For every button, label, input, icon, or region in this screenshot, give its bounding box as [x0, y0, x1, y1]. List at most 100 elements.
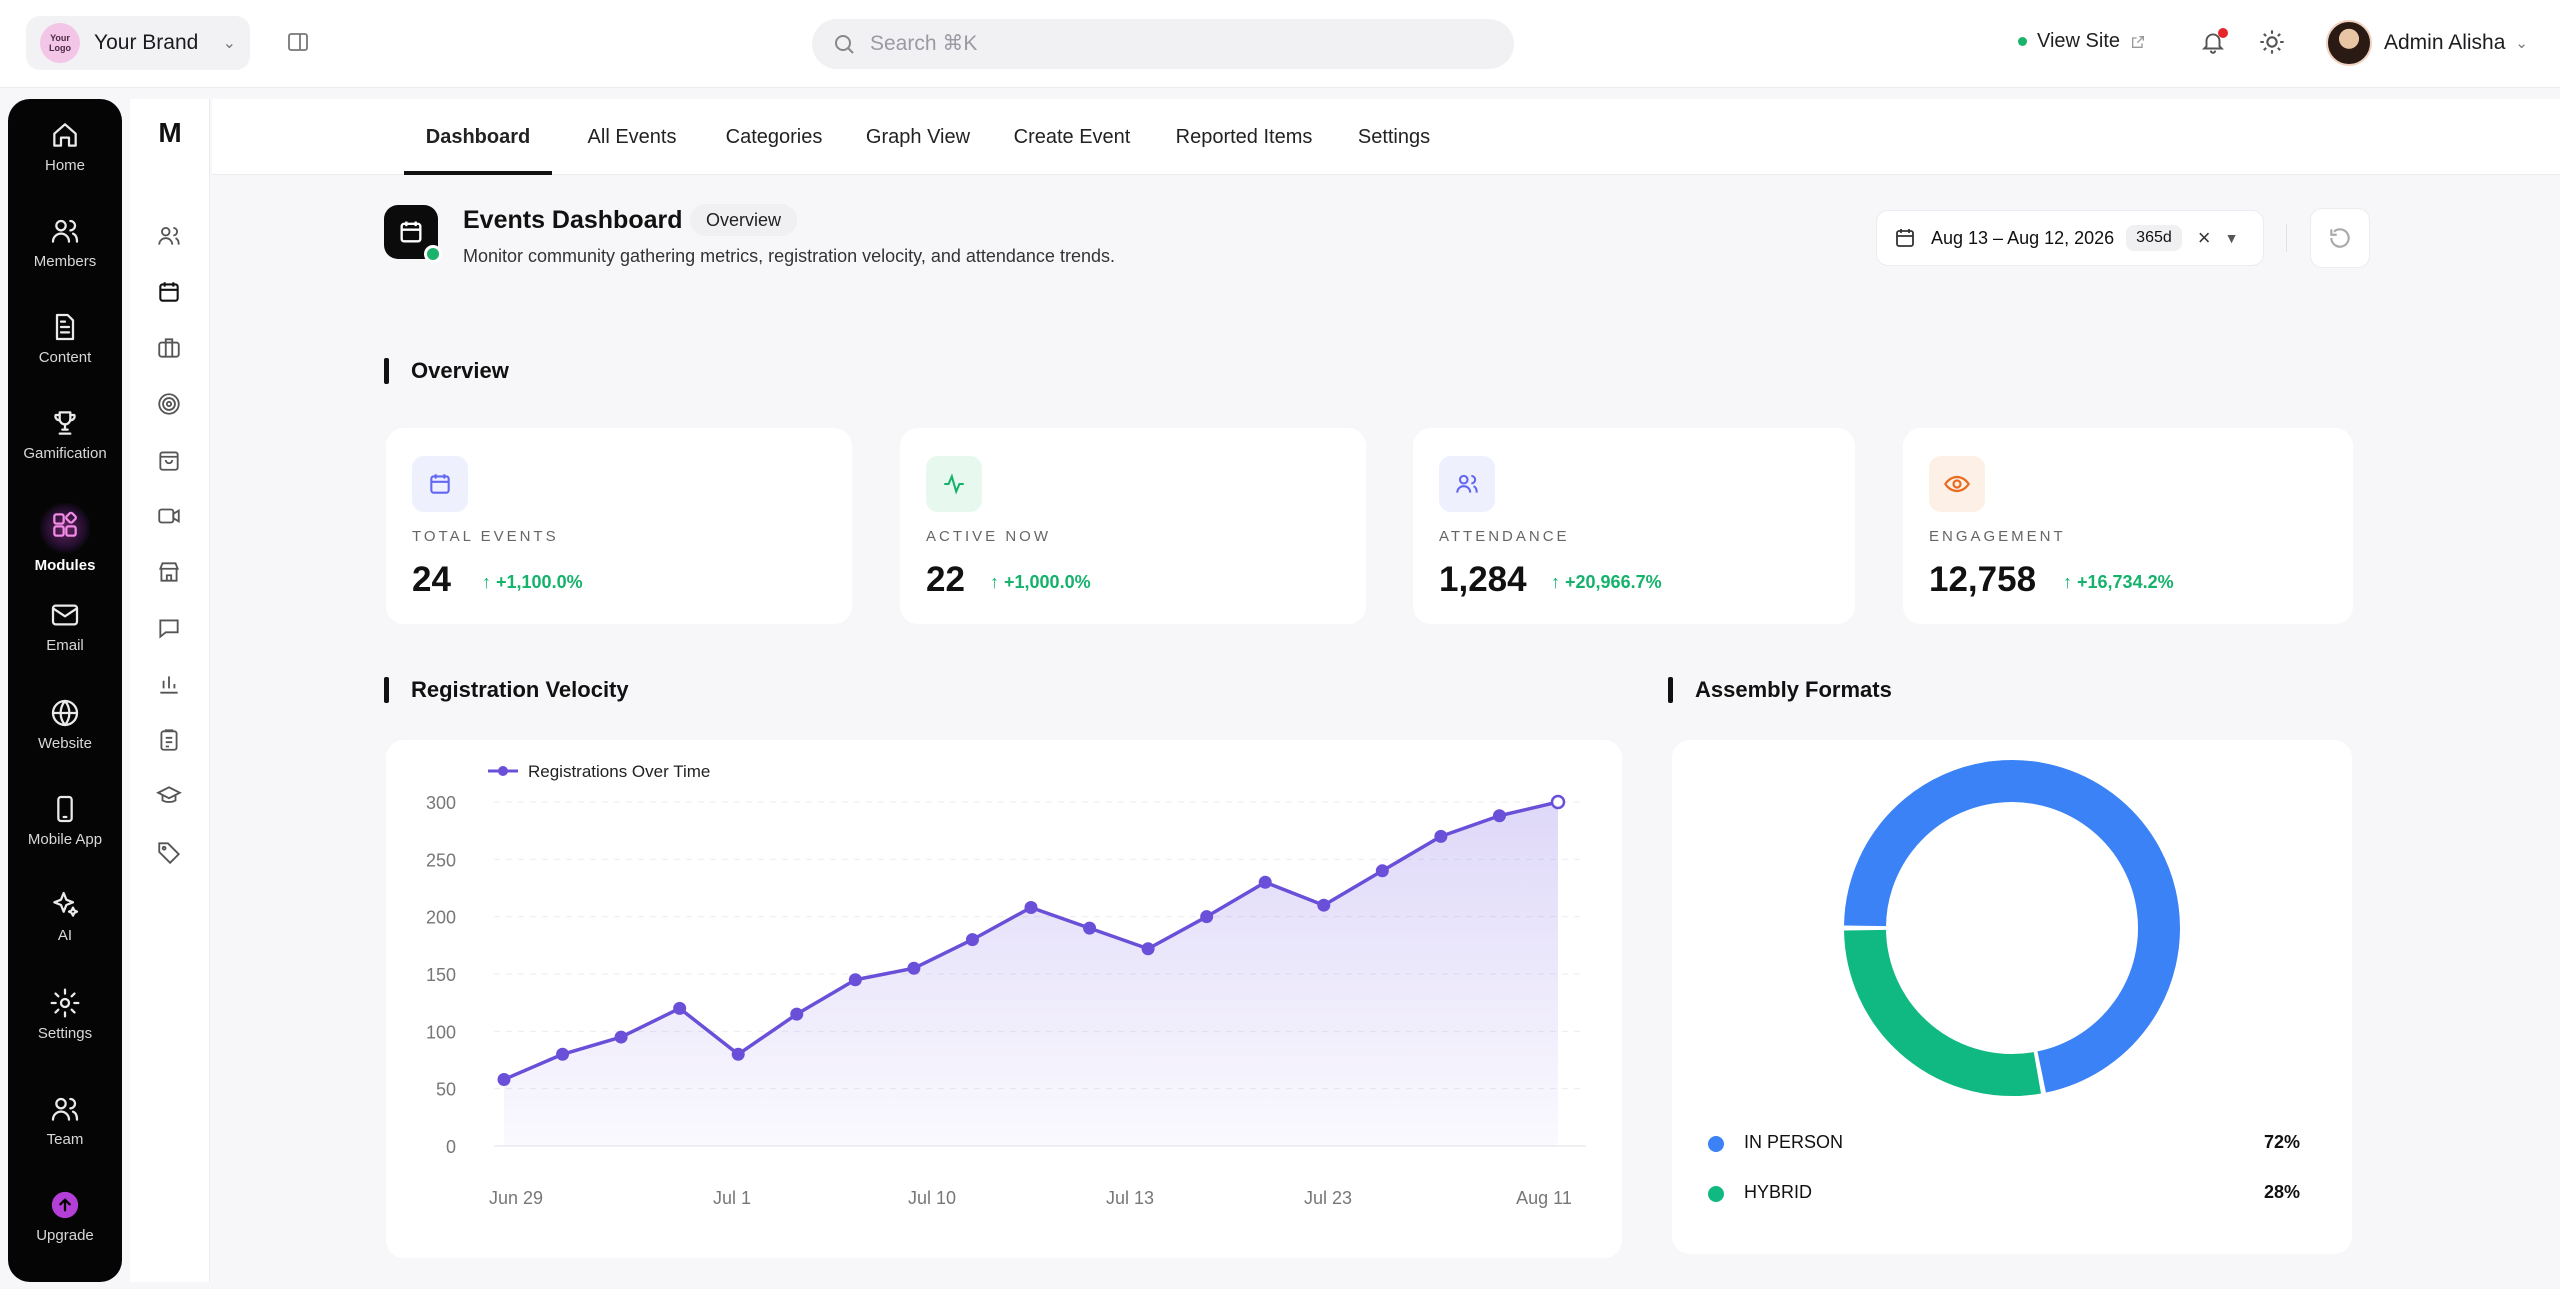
upgrade-icon	[51, 1191, 79, 1219]
module-logo: M	[158, 117, 182, 148]
mail-icon	[51, 604, 79, 626]
registration-line-chart: 0 50 100 150 200 250 300 Jun 29 Jul 1 Jul 10 Jul 1…	[426, 762, 1586, 1208]
graduation-cap-icon[interactable]	[156, 783, 182, 809]
tab-reported-items[interactable]: Reported Items	[1164, 99, 1324, 175]
overview-badge: Overview	[690, 204, 798, 236]
theme-toggle-icon[interactable]	[2258, 28, 2286, 56]
stat-card-engagement: ENGAGEMENT 12,758 ↑ +16,734.2%	[1903, 428, 2353, 624]
sidebar-item-members[interactable]: Members	[8, 215, 122, 270]
view-site-link[interactable]: View Site	[2018, 30, 2146, 53]
notifications-button[interactable]	[2200, 28, 2228, 58]
clear-date-icon[interactable]: ×	[2198, 225, 2211, 251]
stat-change: ↑ +16,734.2%	[2063, 572, 2174, 592]
sidebar-item-email[interactable]: Email	[8, 599, 122, 654]
clipboard-icon[interactable]	[156, 727, 182, 753]
stat-label: ATTENDANCE	[1439, 528, 1570, 545]
data-point	[731, 1047, 745, 1061]
formats-chart-panel: IN PERSON 72% HYBRID 28%	[1672, 740, 2352, 1254]
chat-icon[interactable]	[156, 615, 182, 641]
stat-value: 12,758	[1929, 560, 2037, 599]
y-tick-label: 50	[436, 1080, 456, 1100]
shopping-bag-icon[interactable]	[156, 447, 182, 473]
chevron-down-icon: ⌄	[222, 35, 236, 52]
brand-logo: Your Logo	[40, 23, 80, 63]
assembly-formats-donut	[1844, 760, 2180, 1096]
sidebar-item-gamification[interactable]: Gamification	[8, 407, 122, 462]
video-icon[interactable]	[156, 503, 182, 529]
page-title: Events Dashboard	[463, 206, 683, 234]
overview-heading: Overview	[384, 358, 509, 384]
stat-change-value: +1,100.0%	[496, 572, 583, 592]
sidebar-item-content[interactable]: Content	[8, 311, 122, 366]
sidebar-item-label: Team	[46, 1131, 84, 1148]
sidebar-item-settings[interactable]: Settings	[8, 987, 122, 1042]
bar-chart-icon[interactable]	[156, 671, 182, 697]
data-point	[1375, 864, 1389, 878]
sidebar-item-label: Mobile App	[27, 831, 103, 848]
sidebar-item-home[interactable]: Home	[8, 119, 122, 174]
team-icon	[51, 1097, 79, 1121]
data-point	[614, 1030, 628, 1044]
refresh-button[interactable]	[2310, 208, 2370, 268]
legend-label: IN PERSON	[1744, 1132, 1844, 1152]
sidebar-item-team[interactable]: Team	[8, 1093, 122, 1148]
tab-categories[interactable]: Categories	[712, 99, 836, 175]
stat-change-value: +20,966.7%	[1565, 572, 1662, 592]
data-point	[1434, 829, 1448, 843]
stat-change-value: +16,734.2%	[2077, 572, 2174, 592]
data-point	[1317, 898, 1331, 912]
user-menu[interactable]: Admin Alisha ⌄	[2326, 20, 2528, 66]
sidebar-item-modules[interactable]: Modules	[8, 503, 122, 574]
brand-switcher[interactable]: Your Logo Your Brand ⌄	[26, 16, 250, 70]
search-input[interactable]	[870, 32, 1470, 56]
data-point	[1024, 900, 1038, 914]
tab-dashboard[interactable]: Dashboard	[404, 99, 552, 175]
sidebar-item-label: Members	[33, 253, 97, 270]
search-bar[interactable]	[812, 19, 1514, 69]
brand-name: Your Brand	[94, 31, 199, 54]
legend-label: HYBRID	[1744, 1182, 1813, 1202]
data-point	[965, 933, 979, 947]
store-icon[interactable]	[156, 559, 182, 585]
data-point	[1083, 921, 1097, 935]
stat-card-active-now: ACTIVE NOW 22 ↑ +1,000.0%	[900, 428, 1366, 624]
stat-value: 1,284	[1439, 560, 1527, 599]
sidebar-item-upgrade[interactable]: Upgrade	[8, 1189, 122, 1244]
tab-create-event[interactable]: Create Event	[1002, 99, 1142, 175]
sidebar-item-ai[interactable]: AI	[8, 889, 122, 944]
calendar-icon	[400, 221, 422, 243]
sidebar-item-website[interactable]: Website	[8, 697, 122, 752]
sidebar-item-label: Email	[46, 637, 84, 654]
sidebar-item-mobile-app[interactable]: Mobile App	[8, 793, 122, 848]
section-marker	[384, 358, 389, 384]
data-point	[1258, 875, 1272, 889]
users-icon[interactable]	[156, 223, 182, 249]
tab-all-events[interactable]: All Events	[572, 99, 692, 175]
sidebar-item-label: Modules	[34, 557, 96, 574]
donut-slice-hybrid[interactable]	[1844, 929, 2041, 1096]
data-point	[1141, 942, 1155, 956]
activity-icon	[926, 456, 982, 512]
calendar-icon	[412, 456, 468, 512]
tab-graph-view[interactable]: Graph View	[856, 99, 980, 175]
date-range-picker[interactable]: Aug 13 – Aug 12, 2026 365d × ▼	[1876, 210, 2264, 266]
stat-card-attendance: ATTENDANCE 1,284 ↑ +20,966.7%	[1413, 428, 1855, 624]
briefcase-icon[interactable]	[156, 335, 182, 361]
x-tick-label: Jul 1	[713, 1188, 751, 1208]
target-icon[interactable]	[156, 391, 182, 417]
stat-label: ENGAGEMENT	[1929, 528, 2066, 545]
sidebar-toggle-icon[interactable]	[286, 30, 310, 54]
x-tick-label: Aug 11	[1516, 1188, 1572, 1208]
tag-icon[interactable]	[156, 839, 182, 865]
chevron-down-icon[interactable]: ▼	[2225, 230, 2239, 246]
status-dot	[2018, 37, 2027, 46]
y-tick-label: 300	[426, 793, 456, 813]
chevron-down-icon: ⌄	[2515, 35, 2528, 52]
stat-change: ↑ +1,100.0%	[482, 572, 583, 592]
tab-settings[interactable]: Settings	[1344, 99, 1444, 175]
x-tick-label: Jul 10	[908, 1188, 956, 1208]
calendar-icon[interactable]	[156, 279, 182, 305]
data-point	[1492, 809, 1506, 823]
data-point	[1550, 794, 1566, 810]
users-icon	[1439, 456, 1495, 512]
